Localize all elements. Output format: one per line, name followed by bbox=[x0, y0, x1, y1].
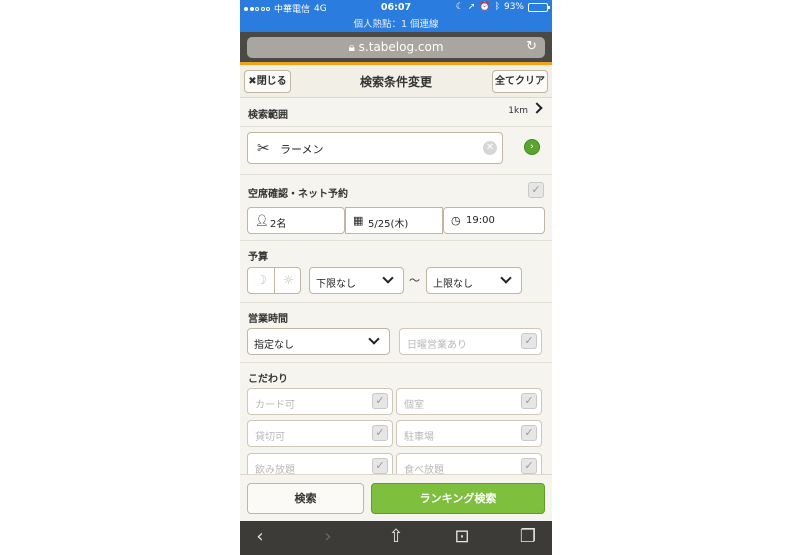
go-arrow-button[interactable]: › bbox=[524, 139, 540, 155]
address-bar[interactable]: 🔒︎ s.tabelog.com ↻ bbox=[247, 37, 545, 58]
chevron-down-icon bbox=[500, 272, 512, 284]
preferences-section: こだわり カード可 ✓ 個室 ✓ 貸切可 ✓ 駐車場 ✓ 飲み放題 ✓ 食べ放題… bbox=[240, 363, 552, 480]
pref-parking-label: 駐車場 bbox=[404, 432, 434, 443]
bookmarks-icon[interactable]: ⊡ bbox=[452, 527, 472, 547]
status-bar: 中華電信 4G 06:07 ☾ ➚ ⏰ ᛒ 93% 個人熱點：1 個連線 bbox=[240, 0, 552, 32]
budget-lower-select[interactable]: 下限なし bbox=[309, 267, 404, 294]
people-selector[interactable]: 👤︎ 2名 bbox=[247, 207, 345, 234]
dinner-moon-icon[interactable]: ☽ bbox=[248, 268, 275, 293]
sunday-open-checkbox[interactable]: ✓ bbox=[521, 333, 537, 349]
forward-icon[interactable]: › bbox=[318, 527, 338, 547]
pref-parking-option[interactable]: 駐車場 ✓ bbox=[396, 420, 542, 447]
hours-value: 指定なし bbox=[254, 340, 294, 351]
pref-parking-checkbox[interactable]: ✓ bbox=[521, 425, 537, 441]
pref-reservable-label: 貸切可 bbox=[255, 432, 285, 443]
chevron-down-icon bbox=[382, 272, 394, 284]
location-arrow-icon: ➚ bbox=[467, 2, 476, 12]
bluetooth-icon: ᛒ bbox=[494, 2, 500, 12]
search-button[interactable]: 検索 bbox=[247, 483, 364, 514]
budget-label: 予算 bbox=[248, 252, 268, 263]
range-separator: ～ bbox=[409, 274, 420, 287]
pref-card-label: カード可 bbox=[255, 400, 295, 411]
budget-section: 予算 ☽ ☼ 下限なし ～ 上限なし bbox=[240, 241, 552, 303]
budget-lower-value: 下限なし bbox=[316, 279, 356, 290]
budget-upper-value: 上限なし bbox=[433, 279, 473, 290]
reservation-section: 空席確認・ネット予約 ✓ 👤︎ 2名 ▦ 5/25(木) ◷ 19:00 bbox=[240, 175, 552, 241]
lunch-sun-icon[interactable]: ☼ bbox=[275, 268, 302, 293]
url-text: s.tabelog.com bbox=[358, 40, 444, 54]
person-icon: 👤︎ bbox=[255, 214, 269, 227]
phone-screen: 中華電信 4G 06:07 ☾ ➚ ⏰ ᛒ 93% 個人熱點：1 個連線 🔒︎ … bbox=[240, 0, 552, 555]
action-bar: 検索 ランキング検索 bbox=[240, 474, 552, 521]
pref-private-room-checkbox[interactable]: ✓ bbox=[521, 393, 537, 409]
clear-all-button[interactable]: 全てクリア bbox=[492, 70, 548, 93]
browser-address-area: 🔒︎ s.tabelog.com ↻ bbox=[240, 32, 552, 62]
battery-icon bbox=[528, 2, 550, 12]
time-value: 19:00 bbox=[466, 215, 495, 226]
clear-input-icon[interactable]: ✕ bbox=[483, 141, 497, 155]
sunday-open-label: 日曜営業あり bbox=[407, 340, 467, 351]
hours-label: 営業時間 bbox=[248, 314, 288, 325]
hotspot-banner[interactable]: 個人熱點：1 個連線 bbox=[240, 16, 552, 30]
people-value: 2名 bbox=[270, 219, 287, 230]
lock-icon: 🔒︎ bbox=[348, 40, 355, 54]
pref-reservable-option[interactable]: 貸切可 ✓ bbox=[247, 420, 393, 447]
time-of-day-toggle[interactable]: ☽ ☼ bbox=[247, 267, 301, 294]
reservation-label: 空席確認・ネット予約 bbox=[248, 189, 348, 200]
keyword-input[interactable]: ✂ ラーメン ✕ bbox=[247, 132, 503, 164]
pref-reservable-checkbox[interactable]: ✓ bbox=[372, 425, 388, 441]
battery-percent: 93% bbox=[503, 2, 524, 12]
date-selector[interactable]: ▦ 5/25(木) bbox=[345, 207, 443, 234]
clock-icon: ◷ bbox=[451, 214, 461, 227]
time-selector[interactable]: ◷ 19:00 bbox=[443, 207, 545, 234]
reload-icon[interactable]: ↻ bbox=[526, 39, 537, 54]
keyword-section: ✂ ラーメン ✕ › bbox=[240, 98, 552, 175]
date-value: 5/25(木) bbox=[368, 219, 409, 230]
back-icon[interactable]: ‹ bbox=[250, 527, 270, 547]
sunday-open-option[interactable]: 日曜営業あり ✓ bbox=[399, 328, 542, 355]
browser-toolbar: ‹ › ⇧ ⊡ ❐ bbox=[240, 521, 552, 555]
pref-all-you-can-eat-checkbox[interactable]: ✓ bbox=[521, 458, 537, 474]
moon-icon: ☾ bbox=[455, 2, 464, 12]
chevron-down-icon bbox=[368, 333, 380, 345]
pref-private-room-label: 個室 bbox=[404, 400, 424, 411]
alarm-icon: ⏰ bbox=[479, 2, 491, 12]
hours-section: 営業時間 指定なし 日曜営業あり ✓ bbox=[240, 303, 552, 363]
pref-card-checkbox[interactable]: ✓ bbox=[372, 393, 388, 409]
pref-private-room-option[interactable]: 個室 ✓ bbox=[396, 388, 542, 415]
share-icon[interactable]: ⇧ bbox=[386, 527, 406, 547]
hours-select[interactable]: 指定なし bbox=[247, 328, 390, 355]
ranking-search-button[interactable]: ランキング検索 bbox=[371, 483, 545, 514]
budget-upper-select[interactable]: 上限なし bbox=[426, 267, 522, 294]
keyword-value: ラーメン bbox=[280, 143, 324, 156]
reservation-checkbox[interactable]: ✓ bbox=[528, 182, 544, 198]
calendar-icon: ▦ bbox=[353, 214, 364, 227]
fork-knife-icon: ✂ bbox=[257, 139, 270, 157]
preferences-label: こだわり bbox=[248, 374, 288, 385]
pref-all-you-can-drink-checkbox[interactable]: ✓ bbox=[372, 458, 388, 474]
tabs-icon[interactable]: ❐ bbox=[518, 527, 538, 547]
pref-card-option[interactable]: カード可 ✓ bbox=[247, 388, 393, 415]
page-header: ✖閉じる 検索条件変更 全てクリア bbox=[240, 65, 552, 98]
